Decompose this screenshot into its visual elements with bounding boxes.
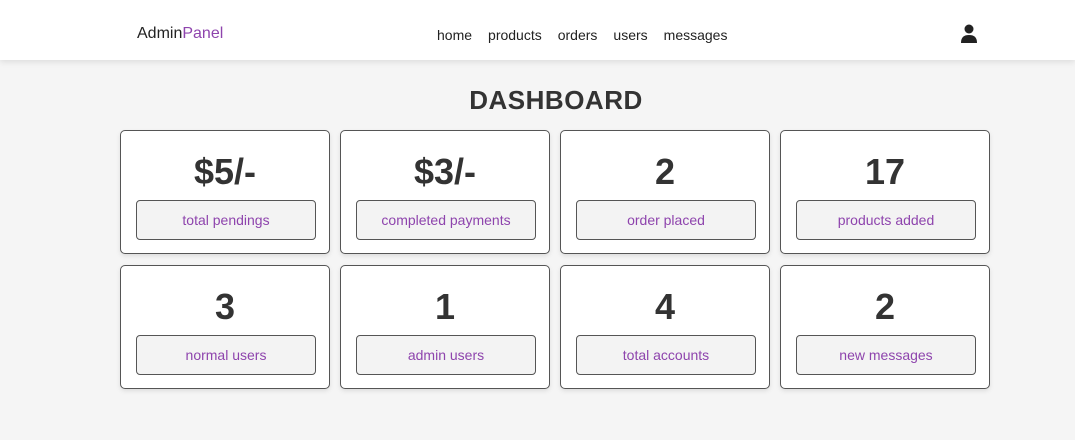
- card-total-pendings: $5/- total pendings: [120, 130, 330, 254]
- card-normal-users: 3 normal users: [120, 265, 330, 389]
- nav-link-home[interactable]: home: [437, 25, 472, 45]
- nav-link-messages[interactable]: messages: [664, 25, 728, 45]
- order-placed-button[interactable]: order placed: [576, 200, 756, 240]
- card-value: $5/-: [193, 151, 257, 192]
- dashboard-grid: $5/- total pendings $3/- completed payme…: [120, 130, 990, 389]
- card-value: $3/-: [413, 151, 477, 192]
- card-admin-users: 1 admin users: [340, 265, 550, 389]
- logo-accent-text: Panel: [182, 25, 224, 42]
- card-new-messages: 2 new messages: [780, 265, 990, 389]
- card-value: 2: [654, 151, 676, 192]
- card-products-added: 17 products added: [780, 130, 990, 254]
- card-value: 3: [214, 286, 236, 327]
- card-value: 4: [654, 286, 676, 327]
- nav-link-products[interactable]: products: [488, 25, 542, 45]
- user-icon[interactable]: [960, 24, 978, 44]
- completed-payments-button[interactable]: completed payments: [356, 200, 536, 240]
- new-messages-button[interactable]: new messages: [796, 335, 976, 375]
- total-accounts-button[interactable]: total accounts: [576, 335, 756, 375]
- card-value: 17: [864, 151, 906, 192]
- normal-users-button[interactable]: normal users: [136, 335, 316, 375]
- total-pendings-button[interactable]: total pendings: [136, 200, 316, 240]
- logo-main-text: Admin: [137, 25, 183, 42]
- admin-users-button[interactable]: admin users: [356, 335, 536, 375]
- logo[interactable]: AdminPanel: [137, 24, 223, 44]
- card-value: 2: [874, 286, 896, 327]
- card-completed-payments: $3/- completed payments: [340, 130, 550, 254]
- user-icon-glyph: [961, 24, 977, 43]
- nav-link-orders[interactable]: orders: [558, 25, 598, 45]
- products-added-button[interactable]: products added: [796, 200, 976, 240]
- navbar: home products orders users messages: [437, 25, 727, 45]
- card-total-accounts: 4 total accounts: [560, 265, 770, 389]
- card-order-placed: 2 order placed: [560, 130, 770, 254]
- nav-link-users[interactable]: users: [613, 25, 647, 45]
- header: AdminPanel home products orders users me…: [0, 0, 1075, 60]
- page-title: DASHBOARD: [469, 85, 643, 115]
- card-value: 1: [434, 286, 456, 327]
